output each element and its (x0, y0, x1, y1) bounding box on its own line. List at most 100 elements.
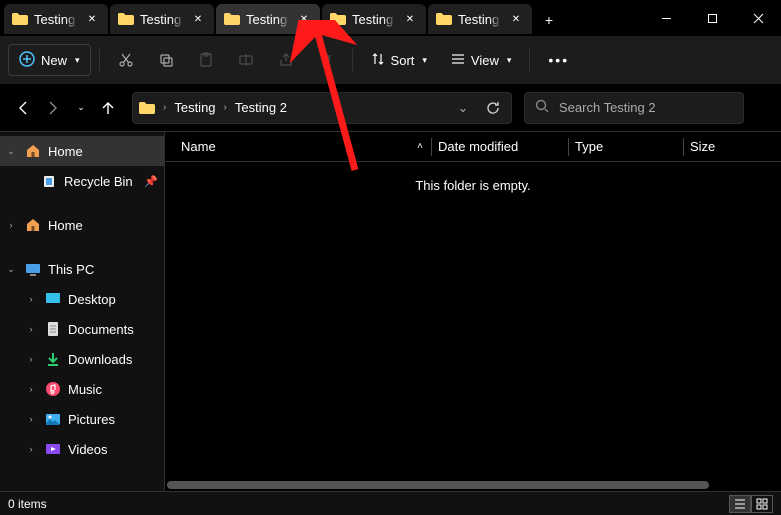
chevron-right-icon[interactable]: › (222, 102, 229, 113)
documents-icon (44, 320, 62, 338)
content-pane: Name ˄ Date modified Type Size This fold… (165, 132, 781, 491)
sidebar-item-recycle-bin[interactable]: Recycle Bin 📌 (0, 166, 164, 196)
delete-button[interactable] (308, 44, 344, 76)
chevron-right-icon[interactable]: › (24, 384, 38, 394)
search-box[interactable] (524, 92, 744, 124)
minimize-button[interactable] (643, 0, 689, 36)
sort-ascending-icon: ˄ (417, 141, 431, 152)
pictures-icon (44, 410, 62, 428)
maximize-button[interactable] (689, 0, 735, 36)
chevron-down-icon[interactable]: ⌄ (4, 264, 18, 275)
recycle-bin-icon (40, 172, 58, 190)
tab-label: Testing (34, 12, 78, 27)
window-controls (643, 0, 781, 36)
sidebar-item-home[interactable]: ⌄ Home (0, 136, 164, 166)
tab-label: Testing (140, 12, 184, 27)
tab-4[interactable]: Testing ✕ (428, 4, 532, 34)
refresh-button[interactable] (481, 96, 505, 120)
chevron-down-icon: ▾ (75, 55, 80, 66)
close-icon[interactable]: ✕ (190, 11, 206, 27)
more-button[interactable]: ••• (538, 44, 579, 76)
sidebar-item-home2[interactable]: › Home (0, 210, 164, 240)
new-tab-button[interactable]: + (534, 4, 564, 36)
sidebar-item-downloads[interactable]: › Downloads (0, 344, 164, 374)
close-icon[interactable]: ✕ (508, 11, 524, 27)
column-separator[interactable] (683, 138, 684, 156)
chevron-down-icon[interactable]: ⌄ (4, 146, 18, 157)
chevron-right-icon[interactable]: › (24, 414, 38, 424)
thumbnails-view-button[interactable] (751, 495, 773, 513)
new-button[interactable]: New ▾ (8, 44, 91, 76)
status-bar: 0 items (0, 491, 781, 515)
chevron-right-icon[interactable]: › (4, 220, 18, 230)
sidebar-item-videos[interactable]: › Videos (0, 434, 164, 464)
command-bar: New ▾ Sort ▾ View ▾ ••• (0, 36, 781, 84)
chevron-right-icon[interactable]: › (161, 102, 168, 113)
tab-2[interactable]: Testing ✕ (216, 4, 320, 34)
column-headers: Name ˄ Date modified Type Size (165, 132, 781, 162)
title-bar: Testing ✕ Testing ✕ Testing ✕ Testing ✕ … (0, 0, 781, 36)
forward-button[interactable] (40, 96, 64, 120)
view-button[interactable]: View ▾ (441, 44, 521, 76)
sidebar-item-desktop[interactable]: › Desktop (0, 284, 164, 314)
breadcrumb-item[interactable]: Testing (174, 100, 215, 115)
view-mode-toggles (729, 495, 773, 513)
sidebar-item-this-pc[interactable]: ⌄ This PC (0, 254, 164, 284)
folder-icon (12, 13, 28, 25)
search-input[interactable] (557, 99, 737, 116)
chevron-right-icon[interactable]: › (24, 354, 38, 364)
scrollbar-thumb[interactable] (167, 481, 709, 489)
tab-0[interactable]: Testing ✕ (4, 4, 108, 34)
close-window-button[interactable] (735, 0, 781, 36)
sort-icon (371, 52, 385, 69)
navigation-pane: ⌄ Home Recycle Bin 📌 › Home ⌄ This PC › … (0, 132, 165, 491)
breadcrumb-item[interactable]: Testing 2 (235, 100, 287, 115)
item-count: 0 items (8, 497, 47, 511)
column-date[interactable]: Date modified (438, 132, 568, 161)
column-separator[interactable] (568, 138, 569, 156)
chevron-right-icon[interactable]: › (24, 444, 38, 454)
tab-1[interactable]: Testing ✕ (110, 4, 214, 34)
share-button[interactable] (268, 44, 304, 76)
recent-locations-button[interactable]: ⌄ (68, 96, 92, 120)
horizontal-scrollbar[interactable] (165, 479, 781, 491)
column-type[interactable]: Type (575, 132, 683, 161)
back-button[interactable] (12, 96, 36, 120)
paste-button[interactable] (188, 44, 224, 76)
column-size[interactable]: Size (690, 132, 781, 161)
separator (99, 49, 100, 71)
details-view-button[interactable] (729, 495, 751, 513)
up-button[interactable] (96, 96, 120, 120)
search-icon (535, 99, 549, 116)
folder-icon (139, 102, 155, 114)
sidebar-item-music[interactable]: › Music (0, 374, 164, 404)
chevron-right-icon[interactable]: › (24, 324, 38, 334)
folder-icon (330, 13, 346, 25)
home-icon (24, 142, 42, 160)
folder-icon (118, 13, 134, 25)
tab-3[interactable]: Testing ✕ (322, 4, 426, 34)
music-icon (44, 380, 62, 398)
cut-button[interactable] (108, 44, 144, 76)
rename-button[interactable] (228, 44, 264, 76)
address-history-button[interactable]: ⌄ (451, 96, 475, 120)
pin-icon: 📌 (144, 175, 158, 188)
separator (529, 49, 530, 71)
more-icon: ••• (548, 52, 569, 68)
close-icon[interactable]: ✕ (296, 11, 312, 27)
sidebar-item-documents[interactable]: › Documents (0, 314, 164, 344)
tab-label: Testing (458, 12, 502, 27)
copy-button[interactable] (148, 44, 184, 76)
sort-label: Sort (391, 53, 415, 68)
chevron-right-icon[interactable]: › (24, 294, 38, 304)
close-icon[interactable]: ✕ (402, 11, 418, 27)
home-icon (24, 216, 42, 234)
address-bar[interactable]: › Testing › Testing 2 ⌄ (132, 92, 512, 124)
column-separator[interactable] (431, 138, 432, 156)
column-name[interactable]: Name ˄ (181, 132, 431, 161)
plus-circle-icon (19, 51, 35, 70)
sort-button[interactable]: Sort ▾ (361, 44, 437, 76)
sidebar-item-pictures[interactable]: › Pictures (0, 404, 164, 434)
close-icon[interactable]: ✕ (84, 11, 100, 27)
chevron-down-icon: ⌄ (77, 102, 85, 113)
